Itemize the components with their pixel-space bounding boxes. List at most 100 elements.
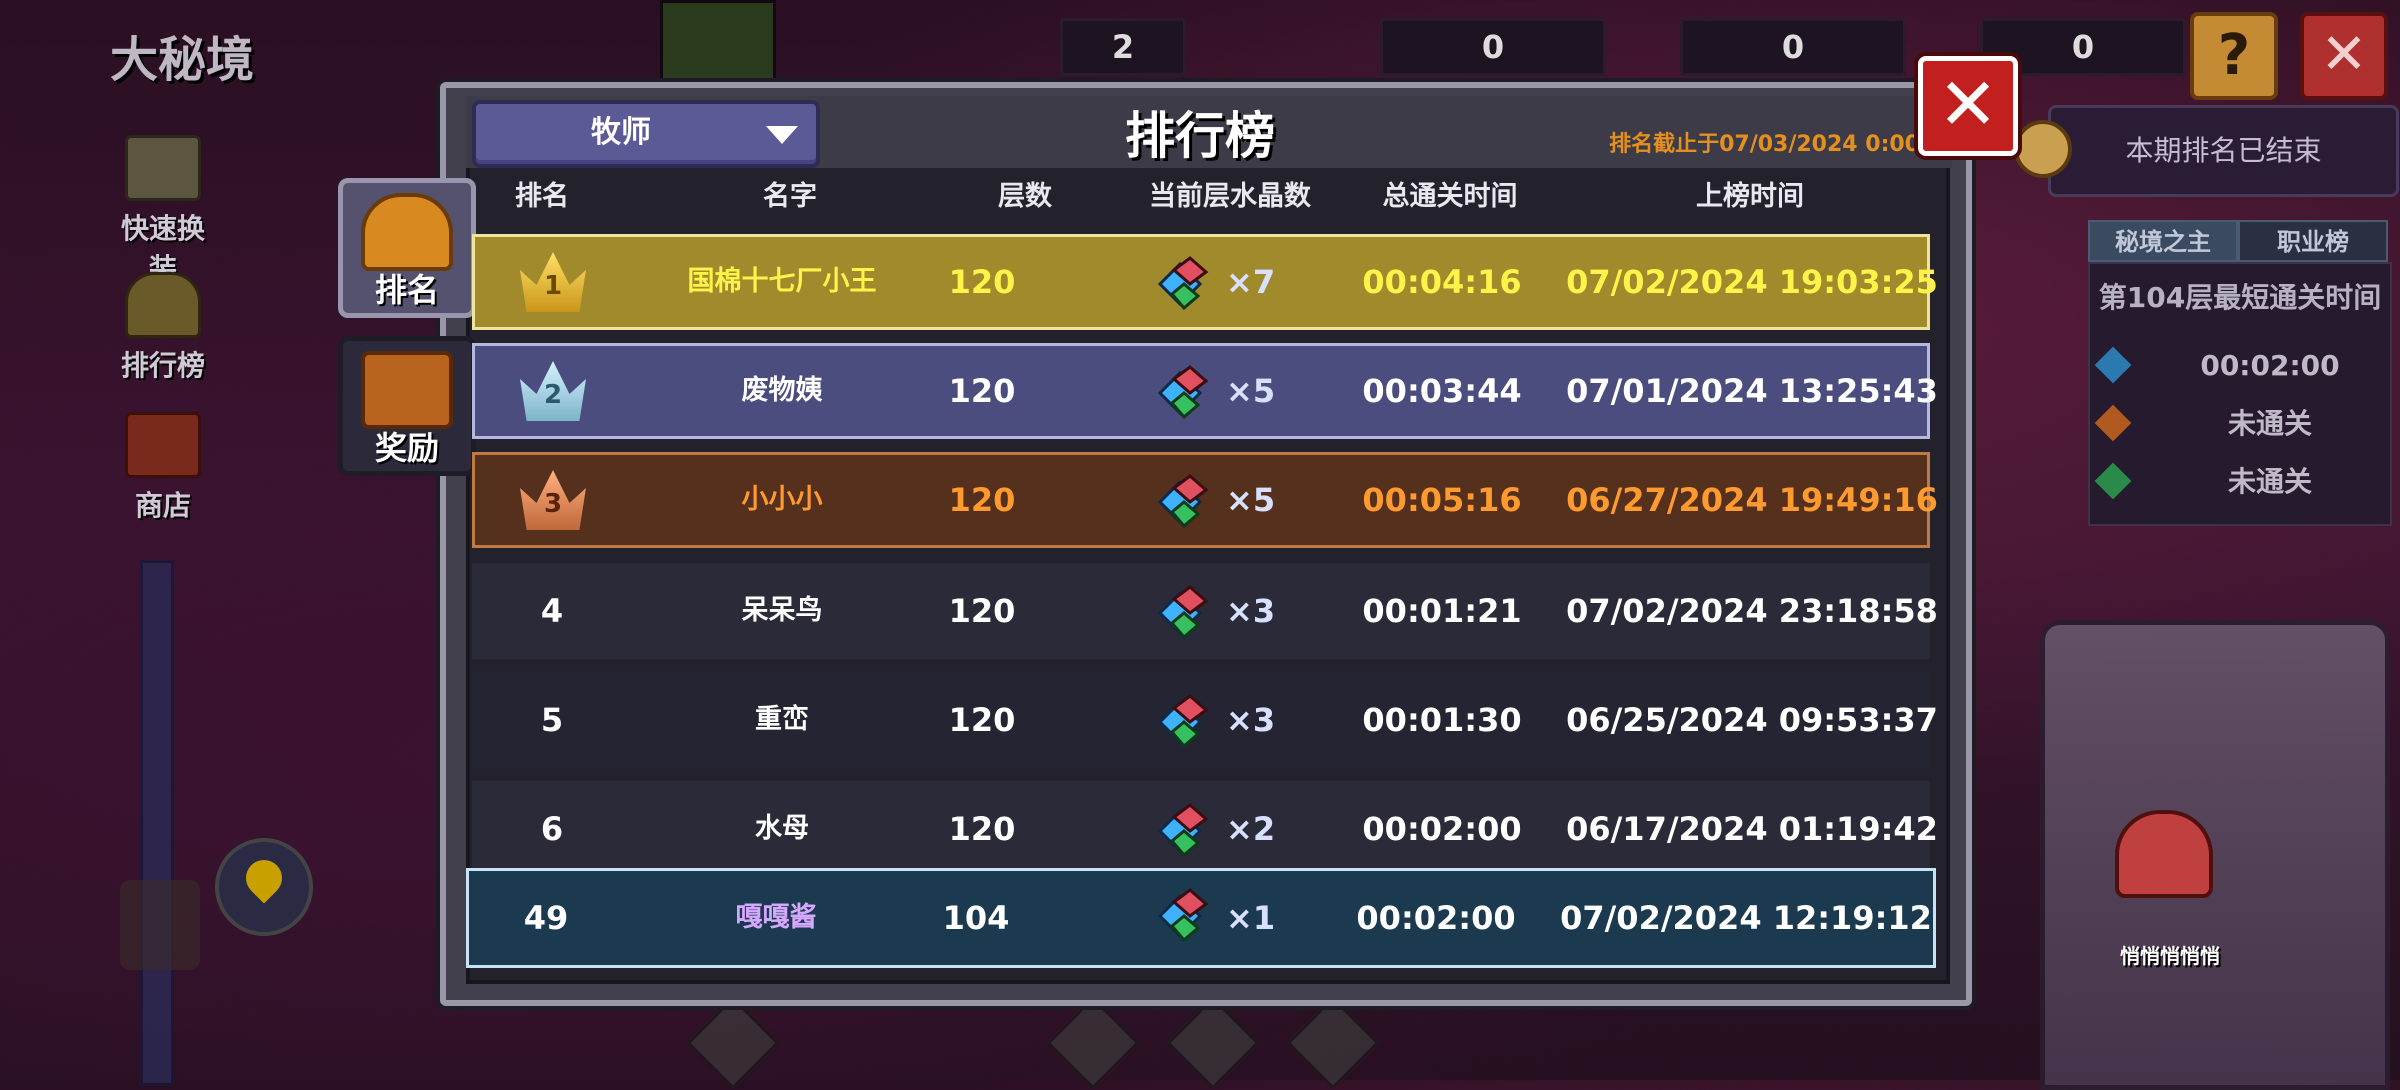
fire-gem-icon: [2094, 404, 2132, 442]
listed-time: 07/02/2024 12:19:12: [1560, 899, 1932, 937]
crystal-icon: [1157, 888, 1209, 943]
shop-icon: [125, 412, 201, 478]
close-page-button[interactable]: ✕: [2300, 12, 2388, 100]
player-name: 重峦: [755, 704, 809, 735]
sidebar-item-label: 排行榜: [120, 349, 205, 382]
floor-value: 120: [948, 701, 1016, 739]
floor-value: 120: [948, 810, 1016, 848]
total-time: 00:02:00: [1356, 899, 1516, 937]
floor-value: 104: [942, 899, 1010, 937]
total-time: 00:05:16: [1362, 481, 1522, 519]
leaderboard-title: 排行榜: [1125, 107, 1275, 165]
crystal-icon: [1157, 474, 1209, 529]
boss-character: [2115, 810, 2213, 898]
tab-realm-master[interactable]: 秘境之主: [2088, 220, 2238, 262]
column-header-listed-time: 上榜时间: [1696, 181, 1804, 212]
rank-value: 5: [540, 701, 564, 739]
self-ranking-row[interactable]: 49 嘎嘎酱 104 ×1 00:02:00 07/02/2024 12:19:…: [466, 868, 1936, 968]
rank-value: 6: [540, 810, 564, 848]
background-pillar: [660, 0, 776, 86]
rank-value: 4: [540, 592, 564, 630]
sidebar-item-label: 商店: [134, 489, 191, 522]
column-header-crystals: 当前层水晶数: [1149, 181, 1311, 212]
leaderboard-row[interactable]: 1 国棉十七厂小王 120 ×7 00:04:16 07/02/2024 19:…: [472, 234, 1938, 330]
tab-label: 奖励: [374, 429, 439, 467]
leaderboard-row[interactable]: 3 小小小 120 ×5 00:05:16 06/27/2024 19:49:1…: [472, 452, 1938, 548]
fastest-clear-entry: 未通关: [2094, 460, 2380, 508]
floor-value: 120: [948, 372, 1016, 410]
crystal-icon: [1157, 694, 1209, 749]
listed-time: 07/02/2024 23:18:58: [1566, 592, 1938, 630]
class-filter-dropdown[interactable]: 牧师: [472, 100, 820, 168]
trophy-icon: [125, 272, 201, 338]
listed-time: 07/02/2024 19:03:25: [1566, 263, 1938, 301]
page-title: 大秘境: [110, 32, 255, 88]
total-time: 00:02:00: [1362, 810, 1522, 848]
progress-track: [140, 560, 174, 1086]
total-time: 00:03:44: [1362, 372, 1522, 410]
crystal-icon: [1157, 803, 1209, 858]
column-header-total-time: 总通关时间: [1382, 181, 1518, 212]
chest-icon: [361, 351, 453, 429]
entry-value: 00:02:00: [2200, 349, 2340, 382]
blue-gem-icon: [2094, 346, 2132, 384]
player-name: 呆呆鸟: [741, 595, 823, 626]
background-tile: [1166, 996, 1260, 1090]
crystal-icon: [1157, 256, 1209, 311]
leaderboard-row[interactable]: 4 呆呆鸟 120 ×3 00:01:21 07/02/2024 23:18:5…: [472, 563, 1938, 659]
leaderboard-row[interactable]: 2 废物姨 120 ×5 00:03:44 07/01/2024 13:25:4…: [472, 343, 1938, 439]
player-name: 废物姨: [741, 375, 823, 406]
tab-rewards[interactable]: 奖励: [338, 336, 476, 476]
sidebar-item-shop[interactable]: 商店: [108, 412, 218, 524]
rank-value: 49: [523, 899, 569, 937]
help-button[interactable]: ?: [2190, 12, 2278, 100]
player-name: 国棉十七厂小王: [687, 266, 877, 297]
stopwatch-icon: [2014, 120, 2072, 178]
background-tile: [1286, 996, 1380, 1090]
floor-value: 120: [948, 263, 1016, 301]
boss-name: 悄悄悄悄悄: [2120, 944, 2220, 968]
player-name: 水母: [755, 813, 809, 844]
listed-time: 06/17/2024 01:19:42: [1566, 810, 1938, 848]
fastest-clear-entry: 00:02:00: [2094, 344, 2380, 392]
map-pin-button[interactable]: [215, 838, 313, 936]
fastest-clear-entry: 未通关: [2094, 402, 2380, 450]
total-time: 00:01:21: [1362, 592, 1522, 630]
tab-class-ranking[interactable]: 职业榜: [2238, 220, 2388, 262]
sidebar-item-leaderboard[interactable]: 排行榜: [108, 272, 218, 384]
top-counter: 2: [1060, 18, 1186, 76]
crystal-icon: [1157, 585, 1209, 640]
column-header-name: 名字: [763, 181, 817, 212]
floor-value: 120: [948, 481, 1016, 519]
top-counter: 0: [1380, 18, 1606, 76]
leaderboard-row[interactable]: 5 重峦 120 ×3 00:01:30 06/25/2024 09:53:37: [472, 672, 1938, 768]
entry-value: 未通关: [2227, 407, 2312, 440]
lock-icon: [120, 880, 200, 970]
close-leaderboard-button[interactable]: ✕: [1918, 56, 2018, 156]
background-tile: [686, 996, 780, 1090]
listed-time: 07/01/2024 13:25:43: [1566, 372, 1938, 410]
location-icon: [238, 852, 290, 904]
total-time: 00:04:16: [1362, 263, 1522, 301]
ranking-ended-button[interactable]: 本期排名已结束: [2048, 105, 2399, 197]
floor-value: 120: [948, 592, 1016, 630]
crystal-icon: [1157, 365, 1209, 420]
chevron-down-icon: [766, 126, 798, 144]
tab-ranking[interactable]: 排名: [338, 178, 476, 318]
total-time: 00:01:30: [1362, 701, 1522, 739]
leaderboard-row[interactable]: 6 水母 120 ×2 00:02:00 06/17/2024 01:19:42: [472, 781, 1938, 877]
trophy-icon: [361, 193, 453, 271]
background-tile: [1046, 996, 1140, 1090]
boss-throne: [2040, 620, 2390, 1090]
listed-time: 06/25/2024 09:53:37: [1566, 701, 1938, 739]
player-name: 小小小: [741, 484, 823, 515]
column-header-rank: 排名: [515, 181, 569, 212]
ranking-cutoff-text: 排名截止于07/03/2024 0:00: [1609, 132, 1920, 157]
armor-icon: [125, 135, 201, 201]
green-gem-icon: [2094, 462, 2132, 500]
tab-label: 排名: [374, 271, 439, 309]
class-filter-label: 牧师: [591, 115, 651, 150]
listed-time: 06/27/2024 19:49:16: [1566, 481, 1938, 519]
column-header-floor: 层数: [998, 181, 1052, 212]
sidebar-item-quick-change[interactable]: 快速换装: [108, 135, 218, 287]
